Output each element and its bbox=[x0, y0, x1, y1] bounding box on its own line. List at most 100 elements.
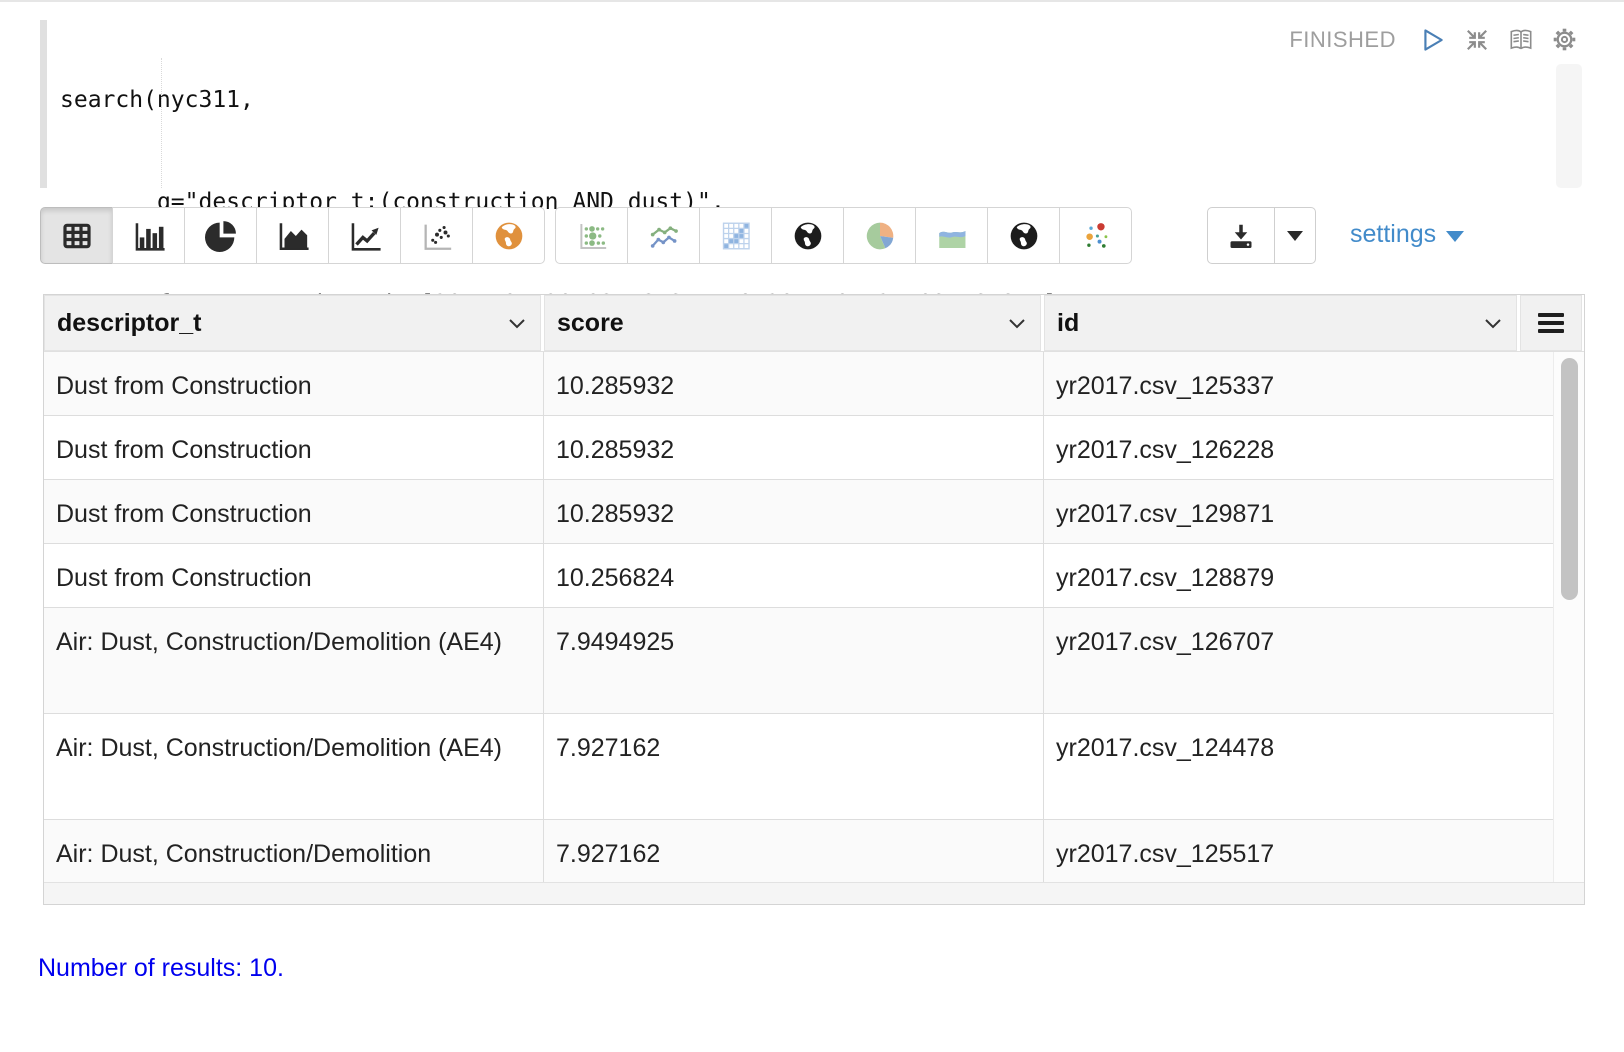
viz-map-orange-button[interactable] bbox=[472, 207, 545, 264]
viz-multi-line-button[interactable] bbox=[627, 207, 700, 264]
cell-score: 7.927162 bbox=[544, 820, 1044, 882]
viz-bubble-matrix-button[interactable] bbox=[555, 207, 628, 264]
editor-gutter bbox=[40, 20, 47, 188]
bar-chart-icon bbox=[132, 219, 166, 253]
stacked-area-icon bbox=[935, 219, 969, 253]
cell-score: 10.285932 bbox=[544, 352, 1044, 415]
cell-id: yr2017.csv_125517 bbox=[1044, 820, 1553, 882]
code-line: search(nyc311, bbox=[60, 83, 1085, 117]
cell-descriptor: Air: Dust, Construction/Demolition (AE4) bbox=[44, 608, 544, 713]
viz-pie-chart-button[interactable] bbox=[184, 207, 257, 264]
viz-heatmap-button[interactable] bbox=[699, 207, 772, 264]
cell-score: 7.9494925 bbox=[544, 608, 1044, 713]
bubble-matrix-icon bbox=[575, 219, 609, 253]
editor-scrollbar[interactable] bbox=[1556, 64, 1582, 188]
cell-descriptor: Air: Dust, Construction/Demolition (AE4) bbox=[44, 714, 544, 819]
paragraph-settings-button[interactable] bbox=[1551, 26, 1578, 53]
column-header-score[interactable]: score bbox=[544, 295, 1041, 351]
table-header: descriptor_t score id bbox=[44, 295, 1584, 351]
cell-descriptor: Dust from Construction bbox=[44, 480, 544, 543]
vertical-scrollbar-thumb[interactable] bbox=[1561, 358, 1578, 600]
download-options-button[interactable] bbox=[1274, 207, 1316, 264]
visualization-toolbar: settings bbox=[40, 207, 1600, 264]
viz-scatter-color-button[interactable] bbox=[1059, 207, 1132, 264]
viz-stacked-area-button[interactable] bbox=[915, 207, 988, 264]
cell-descriptor: Dust from Construction bbox=[44, 352, 544, 415]
table-row[interactable]: Air: Dust, Construction/Demolition (AE4)… bbox=[44, 608, 1584, 714]
area-chart-icon bbox=[276, 219, 310, 253]
settings-label: settings bbox=[1350, 220, 1436, 249]
chevron-down-icon[interactable] bbox=[508, 318, 526, 329]
viz-line-chart-button[interactable] bbox=[328, 207, 401, 264]
download-split-button bbox=[1207, 207, 1316, 264]
viz-scatter-chart-button[interactable] bbox=[400, 207, 473, 264]
cell-id: yr2017.csv_128879 bbox=[1044, 544, 1553, 607]
vertical-scrollbar-track[interactable] bbox=[1553, 352, 1584, 882]
globe-dark-icon bbox=[792, 220, 824, 252]
column-header-descriptor[interactable]: descriptor_t bbox=[44, 295, 541, 351]
download-button[interactable] bbox=[1207, 207, 1275, 264]
viz-bar-chart-button[interactable] bbox=[112, 207, 185, 264]
cell-score: 10.256824 bbox=[544, 544, 1044, 607]
column-header-id[interactable]: id bbox=[1044, 295, 1517, 351]
table-row[interactable]: Air: Dust, Construction/Demolition (AE4)… bbox=[44, 714, 1584, 820]
paragraph-editor: search(nyc311, q="descriptor_t:(construc… bbox=[0, 2, 1624, 197]
line-chart-icon bbox=[348, 219, 382, 253]
viz-globe-map-button[interactable] bbox=[771, 207, 844, 264]
cell-id: yr2017.csv_124478 bbox=[1044, 714, 1553, 819]
cell-score: 7.927162 bbox=[544, 714, 1044, 819]
cell-id: yr2017.csv_126707 bbox=[1044, 608, 1553, 713]
pie-chart-icon bbox=[205, 220, 237, 252]
settings-dropdown[interactable]: settings bbox=[1350, 220, 1464, 249]
chevron-down-icon[interactable] bbox=[1484, 318, 1502, 329]
results-count-text: Number of results: 10. bbox=[38, 954, 284, 983]
book-icon bbox=[1507, 27, 1535, 53]
scatter-color-icon bbox=[1079, 219, 1113, 253]
play-icon bbox=[1420, 27, 1446, 53]
cell-id: yr2017.csv_125337 bbox=[1044, 352, 1553, 415]
paragraph-controls: FINISHED bbox=[1289, 26, 1578, 53]
hamburger-menu-icon bbox=[1537, 312, 1565, 334]
scatter-chart-icon bbox=[420, 219, 454, 253]
collapse-output-button[interactable] bbox=[1463, 26, 1490, 53]
viz-table-button[interactable] bbox=[40, 207, 113, 264]
table-row[interactable]: Dust from Construction 10.285932 yr2017.… bbox=[44, 480, 1584, 544]
table-row[interactable]: Dust from Construction 10.256824 yr2017.… bbox=[44, 544, 1584, 608]
globe-orange-icon bbox=[493, 220, 525, 252]
show-editor-button[interactable] bbox=[1507, 26, 1534, 53]
viz-pie-color-button[interactable] bbox=[843, 207, 916, 264]
column-label: descriptor_t bbox=[57, 309, 201, 338]
table-icon bbox=[61, 220, 93, 252]
heatmap-icon bbox=[719, 219, 753, 253]
column-label: id bbox=[1057, 309, 1079, 338]
indent-guide bbox=[161, 58, 162, 188]
table-row[interactable]: Air: Dust, Construction/Demolition 7.927… bbox=[44, 820, 1584, 882]
pie-color-icon bbox=[864, 220, 896, 252]
cell-id: yr2017.csv_126228 bbox=[1044, 416, 1553, 479]
download-icon bbox=[1226, 221, 1256, 251]
caret-down-icon bbox=[1446, 231, 1464, 242]
horizontal-scrollbar-track[interactable] bbox=[44, 882, 1584, 904]
helium-chart-group bbox=[555, 207, 1132, 264]
viz-area-chart-button[interactable] bbox=[256, 207, 329, 264]
table-row[interactable]: Dust from Construction 10.285932 yr2017.… bbox=[44, 352, 1584, 416]
run-paragraph-button[interactable] bbox=[1419, 26, 1446, 53]
caret-down-icon bbox=[1287, 231, 1303, 241]
cell-descriptor: Dust from Construction bbox=[44, 416, 544, 479]
viz-globe-map-2-button[interactable] bbox=[987, 207, 1060, 264]
builtin-chart-group bbox=[40, 207, 545, 264]
gear-icon bbox=[1551, 26, 1578, 53]
cell-score: 10.285932 bbox=[544, 416, 1044, 479]
table-menu-button[interactable] bbox=[1520, 295, 1582, 351]
globe-dark-icon bbox=[1008, 220, 1040, 252]
cell-score: 10.285932 bbox=[544, 480, 1044, 543]
chevron-down-icon[interactable] bbox=[1008, 318, 1026, 329]
table-body: Dust from Construction 10.285932 yr2017.… bbox=[44, 351, 1584, 882]
status-badge: FINISHED bbox=[1289, 27, 1396, 53]
cell-descriptor: Dust from Construction bbox=[44, 544, 544, 607]
cell-id: yr2017.csv_129871 bbox=[1044, 480, 1553, 543]
multi-line-icon bbox=[647, 219, 681, 253]
result-table: descriptor_t score id Dust from Construc… bbox=[43, 294, 1585, 905]
column-label: score bbox=[557, 309, 624, 338]
table-row[interactable]: Dust from Construction 10.285932 yr2017.… bbox=[44, 416, 1584, 480]
